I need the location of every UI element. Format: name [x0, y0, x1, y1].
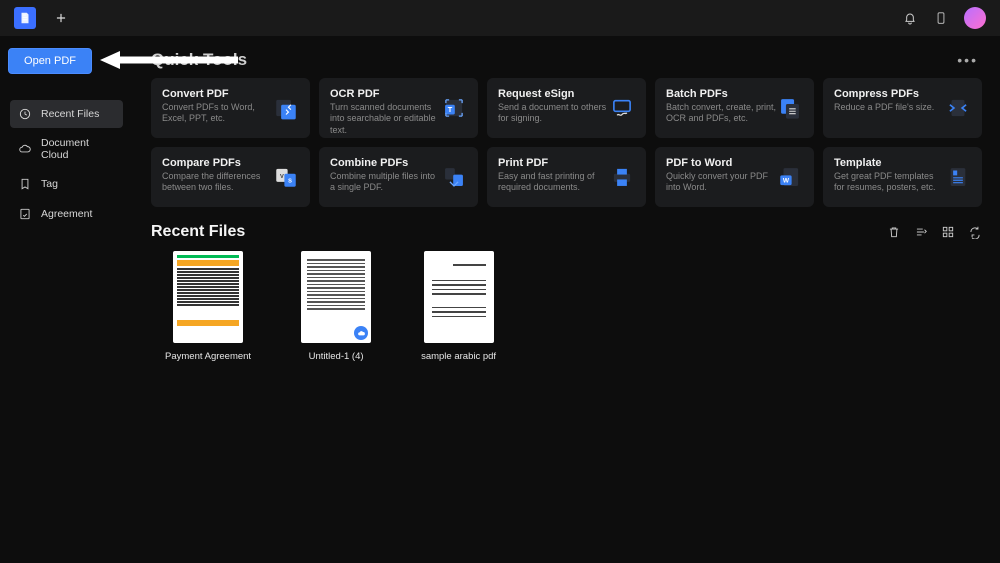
grid-view-button[interactable]	[941, 225, 955, 239]
file-name: sample arabic pdf	[421, 351, 496, 362]
refresh-button[interactable]	[968, 225, 982, 239]
tool-desc: Quickly convert your PDF into Word.	[666, 171, 777, 194]
file-card[interactable]: Payment Agreement	[165, 251, 251, 362]
tool-desc: Batch convert, create, print, OCR and PD…	[666, 102, 777, 125]
file-name: Untitled-1 (4)	[309, 351, 364, 362]
sidebar-list: Recent Files Document Cloud Tag Agreemen…	[10, 100, 123, 228]
quick-tools-header: Quick Tools •••	[151, 50, 982, 70]
app-logo[interactable]	[14, 7, 36, 29]
file-name: Payment Agreement	[165, 351, 251, 362]
file-thumbnail	[301, 251, 371, 343]
sidebar-item-recent-files[interactable]: Recent Files	[10, 100, 123, 128]
tool-desc: Compare the differences between two file…	[162, 171, 273, 194]
grid-icon	[941, 225, 955, 239]
combine-icon	[441, 164, 467, 190]
tool-pdf-to-word[interactable]: PDF to Word Quickly convert your PDF into…	[655, 147, 814, 207]
sort-icon	[914, 225, 928, 239]
new-tab-button[interactable]	[54, 11, 68, 25]
tool-request-esign[interactable]: Request eSign Send a document to others f…	[487, 78, 646, 138]
recent-files-title: Recent Files	[151, 223, 245, 241]
template-icon	[945, 164, 971, 190]
notifications-button[interactable]	[902, 10, 918, 26]
svg-text:W: W	[783, 178, 790, 185]
sidebar: Open PDF Recent Files Document Cloud Tag…	[0, 36, 133, 563]
main: Quick Tools ••• Convert PDF Convert PDFs …	[133, 36, 1000, 563]
titlebar-left	[14, 7, 68, 29]
tool-title: Compare PDFs	[162, 157, 273, 169]
sidebar-item-label: Document Cloud	[41, 137, 115, 161]
tool-compare-pdfs[interactable]: Compare PDFs Compare the differences betw…	[151, 147, 310, 207]
layout: Open PDF Recent Files Document Cloud Tag…	[0, 36, 1000, 563]
file-thumbnail	[173, 251, 243, 343]
file-card[interactable]: Untitled-1 (4)	[301, 251, 371, 362]
bell-icon	[902, 10, 918, 26]
titlebar	[0, 0, 1000, 36]
tool-print-pdf[interactable]: Print PDF Easy and fast printing of requi…	[487, 147, 646, 207]
tool-title: OCR PDF	[330, 88, 441, 100]
tool-title: Combine PDFs	[330, 157, 441, 169]
recent-files-header: Recent Files	[151, 223, 982, 241]
sidebar-item-agreement[interactable]: Agreement	[10, 200, 123, 228]
tool-desc: Convert PDFs to Word, Excel, PPT, etc.	[162, 102, 273, 125]
trash-icon	[887, 225, 901, 239]
tool-desc: Turn scanned documents into searchable o…	[330, 102, 441, 136]
agreement-icon	[18, 207, 32, 221]
ocr-icon: T	[441, 95, 467, 121]
sort-button[interactable]	[914, 225, 928, 239]
tool-ocr-pdf[interactable]: OCR PDF Turn scanned documents into searc…	[319, 78, 478, 138]
titlebar-right	[902, 7, 986, 29]
tool-combine-pdfs[interactable]: Combine PDFs Combine multiple files into …	[319, 147, 478, 207]
sidebar-item-document-cloud[interactable]: Document Cloud	[10, 130, 123, 168]
svg-text:S: S	[288, 179, 292, 185]
tool-compress-pdfs[interactable]: Compress PDFs Reduce a PDF file's size.	[823, 78, 982, 138]
tool-title: PDF to Word	[666, 157, 777, 169]
tool-title: Template	[834, 157, 945, 169]
compare-icon: VS	[273, 164, 299, 190]
svg-text:T: T	[448, 105, 453, 114]
delete-button[interactable]	[887, 225, 901, 239]
recent-actions	[887, 225, 982, 239]
refresh-icon	[968, 225, 982, 239]
tool-title: Request eSign	[498, 88, 609, 100]
app-logo-icon	[18, 11, 32, 25]
tools-grid: Convert PDF Convert PDFs to Word, Excel, …	[151, 78, 982, 207]
device-button[interactable]	[934, 10, 948, 26]
tool-template[interactable]: Template Get great PDF templates for resu…	[823, 147, 982, 207]
phone-icon	[934, 10, 948, 26]
tool-convert-pdf[interactable]: Convert PDF Convert PDFs to Word, Excel, …	[151, 78, 310, 138]
compress-icon	[945, 95, 971, 121]
batch-icon	[777, 95, 803, 121]
word-icon: W	[777, 164, 803, 190]
cloud-icon	[18, 142, 32, 156]
plus-icon	[54, 11, 68, 25]
quick-tools-more[interactable]: •••	[953, 52, 982, 68]
tool-desc: Easy and fast printing of required docum…	[498, 171, 609, 194]
bookmark-icon	[18, 177, 32, 191]
tool-title: Convert PDF	[162, 88, 273, 100]
file-thumbnail	[424, 251, 494, 343]
quick-tools-title: Quick Tools	[151, 50, 247, 70]
tool-desc: Reduce a PDF file's size.	[834, 102, 945, 113]
sidebar-item-tag[interactable]: Tag	[10, 170, 123, 198]
cloud-badge-icon	[354, 326, 368, 340]
tool-batch-pdfs[interactable]: Batch PDFs Batch convert, create, print, …	[655, 78, 814, 138]
recent-files-grid: Payment Agreement Untitled-1 (4) sample …	[151, 251, 982, 362]
svg-text:V: V	[280, 174, 284, 180]
tool-title: Print PDF	[498, 157, 609, 169]
tool-title: Compress PDFs	[834, 88, 945, 100]
tool-title: Batch PDFs	[666, 88, 777, 100]
sidebar-item-label: Tag	[41, 178, 58, 190]
convert-icon	[273, 95, 299, 121]
tool-desc: Get great PDF templates for resumes, pos…	[834, 171, 945, 194]
tool-desc: Combine multiple files into a single PDF…	[330, 171, 441, 194]
file-card[interactable]: sample arabic pdf	[421, 251, 496, 362]
user-avatar[interactable]	[964, 7, 986, 29]
esign-icon	[609, 95, 635, 121]
sidebar-item-label: Agreement	[41, 208, 92, 220]
clock-icon	[18, 107, 32, 121]
print-icon	[609, 164, 635, 190]
open-pdf-button[interactable]: Open PDF	[8, 48, 92, 74]
sidebar-item-label: Recent Files	[41, 108, 99, 120]
tool-desc: Send a document to others for signing.	[498, 102, 609, 125]
